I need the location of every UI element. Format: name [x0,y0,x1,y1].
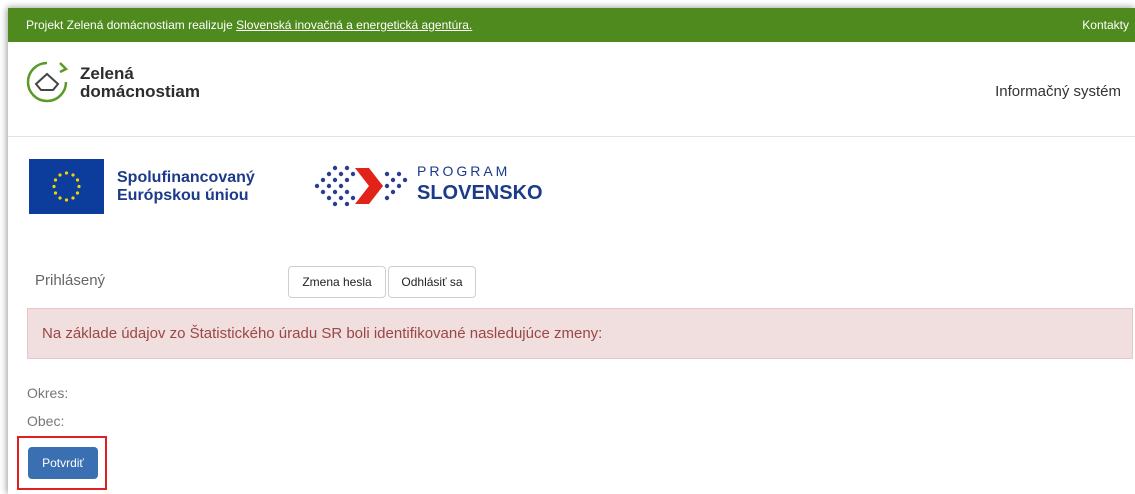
logo-line-2: domácnostiam [80,82,200,101]
logout-button[interactable]: Odhlásiť sa [388,266,476,298]
program-name: SLOVENSKO [417,182,543,204]
house-leaf-icon [26,61,69,103]
contacts-link[interactable]: Kontakty [1082,8,1129,42]
agency-link[interactable]: Slovenská inovačná a energetická agentúr… [236,18,472,32]
site-header: Zelená domácnostiam Informačný systém [8,42,1135,137]
obec-label: Obec: [27,413,65,429]
eu-line-1: Spolufinancovaný [117,169,255,186]
logged-in-label: Prihlásený [35,272,106,289]
top-bar: Projekt Zelená domácnostiam realizuje Sl… [8,8,1135,42]
page-frame: Projekt Zelená domácnostiam realizuje Sl… [8,8,1135,494]
confirm-button[interactable]: Potvrdiť [28,447,98,479]
eu-flag-icon [29,159,104,214]
eu-line-2: Európskou úniou [117,187,249,204]
system-name: Informačný systém [995,83,1121,100]
program-dots-icon [314,165,408,207]
program-label: PROGRAM [417,163,511,179]
site-logo[interactable]: Zelená domácnostiam [24,59,234,115]
changes-alert: Na základe údajov zo Štatistického úradu… [27,308,1133,359]
confirm-highlight-box: Potvrdiť [17,436,107,490]
eu-text: Spolufinancovaný Európskou úniou [117,169,255,205]
okres-label: Okres: [27,385,69,401]
eu-cofinancing-logo: Spolufinancovaný Európskou úniou [29,159,267,214]
logo-text: Zelená domácnostiam [80,65,200,101]
change-password-button[interactable]: Zmena hesla [288,266,386,298]
logo-line-1: Zelená [80,64,134,83]
program-slovensko-logo: PROGRAM SLOVENSKO [303,154,563,218]
topbar-text: Projekt Zelená domácnostiam realizuje [26,18,237,32]
